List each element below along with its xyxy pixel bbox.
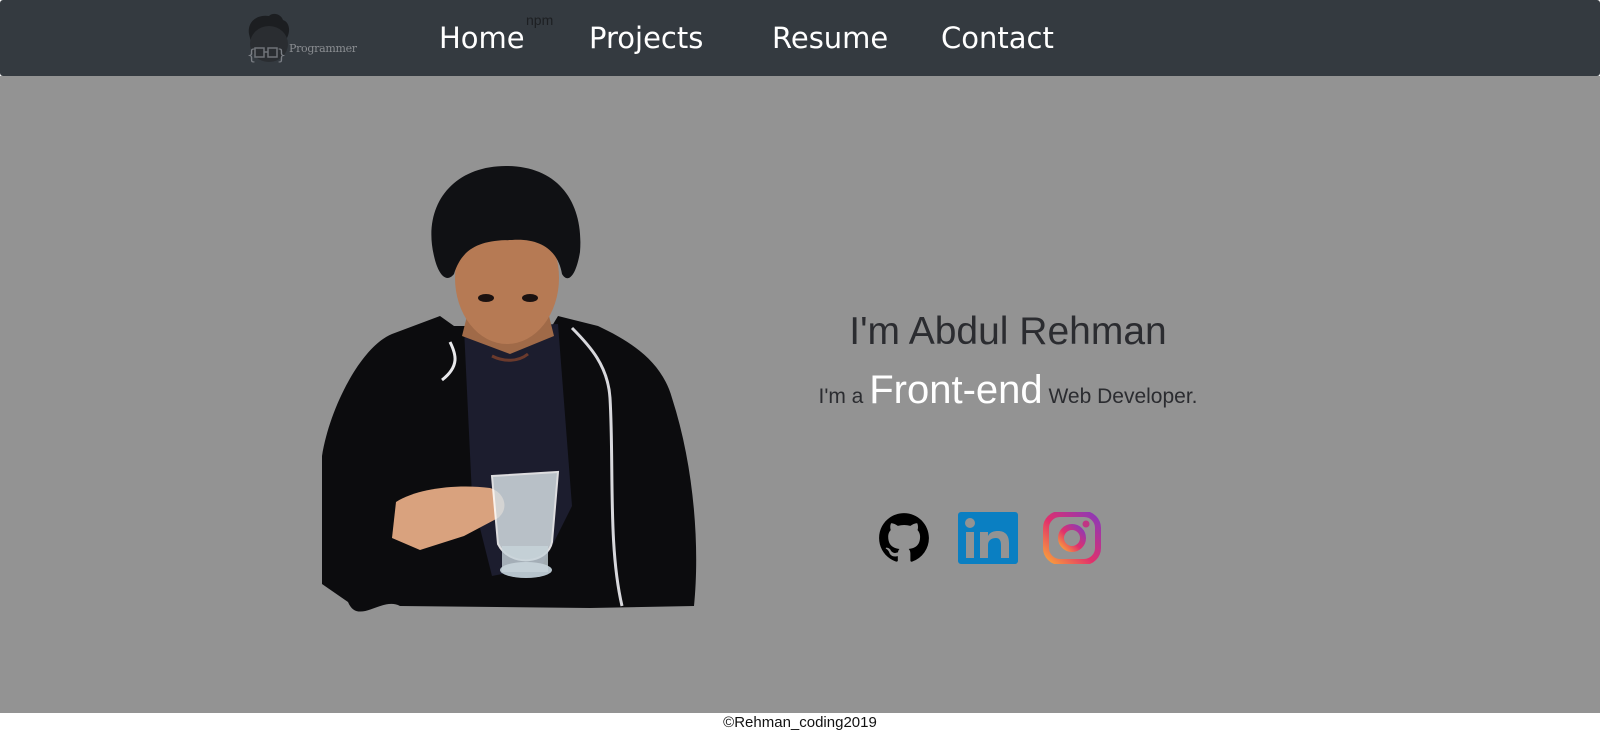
instagram-icon [1043, 511, 1101, 565]
instagram-link[interactable] [1042, 511, 1102, 565]
intro-block: I'm Abdul Rehman I'm a Front-end Web Dev… [748, 308, 1268, 419]
github-icon [879, 513, 929, 562]
hero-role: I'm a Front-end Web Developer. [748, 368, 1268, 419]
role-prefix: I'm a [818, 385, 864, 408]
nav-projects-link[interactable]: Projects [589, 18, 703, 58]
footer: ©Rehman_coding2019 [0, 713, 1600, 733]
programmer-logo-icon[interactable]: { } [243, 12, 353, 66]
nav-contact-link[interactable]: Contact [941, 18, 1054, 58]
nav-home-link[interactable]: Home [439, 18, 525, 58]
github-link[interactable] [874, 512, 934, 564]
linkedin-link[interactable] [958, 512, 1018, 564]
hero-name: I'm Abdul Rehman [849, 310, 1167, 353]
navbar: { } Programmer npm Home Projects Resume … [0, 0, 1600, 76]
nav-resume-link[interactable]: Resume [772, 18, 888, 58]
linkedin-icon [958, 512, 1018, 564]
npm-badge: npm [526, 12, 554, 28]
profile-photo [322, 166, 697, 612]
hero-section: I'm Abdul Rehman I'm a Front-end Web Dev… [0, 76, 1600, 713]
role-highlight: Front-end [869, 368, 1043, 412]
copyright-text: ©Rehman_coding2019 [723, 714, 877, 731]
role-suffix: Web Developer. [1048, 385, 1198, 408]
social-links [874, 511, 1104, 565]
svg-text:}: } [277, 46, 286, 64]
logo-text: Programmer [289, 42, 357, 55]
